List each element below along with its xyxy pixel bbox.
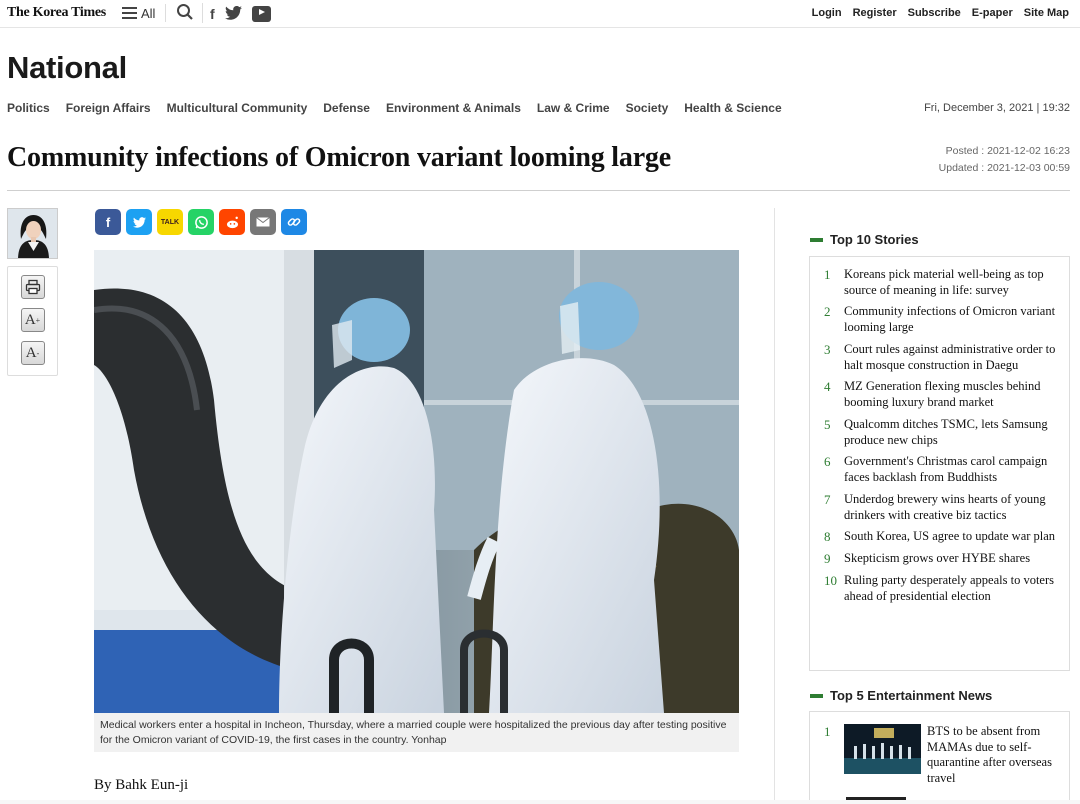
subnav-foreign-affairs[interactable]: Foreign Affairs (66, 101, 151, 115)
top10-list: 1 Koreans pick material well-being as top… (809, 256, 1070, 671)
facebook-share-button[interactable]: f (95, 209, 121, 235)
list-item[interactable]: 3 Court rules against administrative orde… (824, 342, 1061, 373)
hamburger-icon (122, 7, 137, 19)
entertainment-list: 1 BTS to be absent from MAMAs due to sel… (809, 711, 1070, 804)
subnav-environment-animals[interactable]: Environment & Animals (386, 101, 521, 115)
font-decrease-icon[interactable]: A- (20, 341, 45, 365)
search-icon[interactable] (176, 3, 203, 23)
section-marker-icon (810, 693, 823, 698)
twitter-icon[interactable] (224, 5, 242, 22)
rank-number: 4 (824, 379, 831, 395)
story-link[interactable]: Underdog brewery wins hearts of young dr… (844, 492, 1061, 523)
rank-number: 3 (824, 341, 831, 357)
youtube-icon[interactable] (251, 6, 271, 22)
rank-number: 8 (824, 529, 831, 545)
story-link[interactable]: MZ Generation flexing muscles behind boo… (844, 379, 1061, 410)
list-item[interactable]: 1 Koreans pick material well-being as top… (824, 267, 1061, 298)
facebook-icon[interactable]: f (210, 6, 215, 22)
story-link[interactable]: South Korea, US agree to update war plan (844, 529, 1055, 545)
story-link[interactable]: Skepticism grows over HYBE shares (844, 551, 1030, 567)
list-item[interactable]: 4 MZ Generation flexing muscles behind bo… (824, 379, 1061, 410)
column-divider (774, 208, 775, 804)
rank-number: 1 (824, 724, 831, 739)
rank-number: 1 (824, 267, 831, 282)
news-thumbnail[interactable] (844, 724, 921, 774)
list-item[interactable]: 9 Skepticism grows over HYBE shares (824, 551, 1061, 567)
social-links: f (210, 5, 271, 22)
subnav-multicultural-community[interactable]: Multicultural Community (167, 101, 308, 115)
article-headline: Community infections of Omicron variant … (7, 142, 671, 173)
subnav-law-crime[interactable]: Law & Crime (537, 101, 610, 115)
photo-caption: Medical workers enter a hospital in Inch… (94, 713, 739, 752)
share-bar: f TALK (95, 209, 307, 235)
all-menu-label: All (141, 5, 156, 21)
subscribe-link[interactable]: Subscribe (908, 7, 961, 19)
article-timestamps: Posted : 2021-12-02 16:23 Updated : 2021… (939, 143, 1070, 177)
list-item[interactable]: 5 Qualcomm ditches TSMC, lets Samsung pro… (824, 417, 1061, 448)
subnav-politics[interactable]: Politics (7, 101, 50, 115)
list-item[interactable]: 8 South Korea, US agree to update war pla… (824, 529, 1061, 545)
subnav-society[interactable]: Society (626, 101, 669, 115)
entertainment-title: Top 5 Entertainment News (830, 688, 993, 703)
entertainment-heading: Top 5 Entertainment News (810, 688, 992, 703)
top10-heading: Top 10 Stories (810, 232, 919, 247)
list-item[interactable]: 2 Community infections of Omicron variant… (824, 304, 1061, 335)
story-link[interactable]: Community infections of Omicron variant … (844, 304, 1061, 335)
current-date: Fri, December 3, 2021 | 19:32 (924, 102, 1070, 114)
subnav-health-science[interactable]: Health & Science (684, 101, 781, 115)
author-photo[interactable] (7, 208, 58, 259)
posted-time: Posted : 2021-12-02 16:23 (945, 145, 1070, 157)
article-photo[interactable] (94, 250, 739, 713)
rank-number: 5 (824, 416, 831, 432)
subnav-defense[interactable]: Defense (323, 101, 370, 115)
story-link[interactable]: Qualcomm ditches TSMC, lets Samsung prod… (844, 417, 1061, 448)
sitemap-link[interactable]: Site Map (1024, 7, 1069, 19)
twitter-share-button[interactable] (126, 209, 152, 235)
story-link[interactable]: Court rules against administrative order… (844, 342, 1061, 373)
whatsapp-share-button[interactable] (188, 209, 214, 235)
print-icon[interactable] (20, 275, 45, 299)
account-links: Login Register Subscribe E-paper Site Ma… (812, 7, 1069, 19)
all-menu-button[interactable]: All (122, 4, 167, 22)
kakaotalk-share-button[interactable]: TALK (157, 209, 183, 235)
register-link[interactable]: Register (853, 7, 897, 19)
list-item[interactable]: 1 BTS to be absent from MAMAs due to sel… (824, 724, 1061, 786)
story-link[interactable]: Ruling party desperately appeals to vote… (844, 573, 1061, 604)
rank-number: 10 (824, 573, 837, 589)
section-subnav: Politics Foreign Affairs Multicultural C… (7, 101, 782, 115)
list-item[interactable]: 7 Underdog brewery wins hearts of young d… (824, 492, 1061, 523)
top10-title: Top 10 Stories (830, 232, 919, 247)
rank-number: 7 (824, 491, 831, 507)
top-bar: The Korea Times All f Login Register Sub… (0, 0, 1080, 28)
copy-link-button[interactable] (281, 209, 307, 235)
article-tools: A + A- (7, 266, 58, 376)
story-link[interactable]: BTS to be absent from MAMAs due to self-… (927, 724, 1061, 786)
epaper-link[interactable]: E-paper (972, 7, 1013, 19)
updated-time: Updated : 2021-12-03 00:59 (938, 162, 1070, 174)
story-link[interactable]: Koreans pick material well-being as top … (844, 267, 1061, 298)
list-item[interactable]: 6 Government's Christmas carol campaign f… (824, 454, 1061, 485)
story-link[interactable]: Government's Christmas carol campaign fa… (844, 454, 1061, 485)
font-increase-icon[interactable]: A + (20, 308, 45, 332)
site-logo[interactable]: The Korea Times (7, 5, 106, 21)
login-link[interactable]: Login (812, 7, 842, 19)
page-bottom-edge (0, 800, 1080, 804)
rank-number: 2 (824, 304, 831, 320)
email-share-button[interactable] (250, 209, 276, 235)
headline-divider (7, 190, 1070, 191)
rank-number: 6 (824, 454, 831, 470)
article-byline: By Bahk Eun-ji (94, 777, 189, 793)
section-title: National (7, 50, 127, 85)
list-item[interactable]: 10 Ruling party desperately appeals to vo… (824, 573, 1061, 604)
reddit-share-button[interactable] (219, 209, 245, 235)
rank-number: 9 (824, 551, 831, 567)
section-marker-icon (810, 237, 823, 242)
